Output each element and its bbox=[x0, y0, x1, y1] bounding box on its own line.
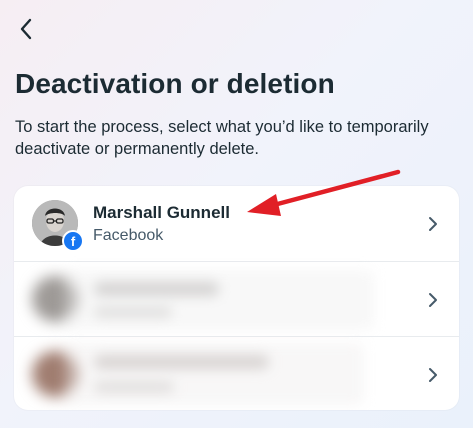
page-description: To start the process, select what you’d … bbox=[15, 118, 429, 158]
chevron-right-icon bbox=[429, 216, 437, 231]
redacted-region bbox=[64, 343, 364, 405]
accounts-list: f Marshall Gunnell Facebook bbox=[14, 186, 459, 410]
account-row-blurred[interactable] bbox=[14, 336, 459, 410]
account-row-facebook[interactable]: f Marshall Gunnell Facebook bbox=[14, 186, 459, 261]
page-title: Deactivation or deletion bbox=[15, 68, 335, 99]
chevron-right-icon bbox=[429, 292, 437, 307]
chevron-left-icon bbox=[20, 18, 32, 40]
back-button[interactable] bbox=[12, 14, 40, 44]
account-name: Marshall Gunnell bbox=[93, 203, 230, 222]
facebook-icon: f bbox=[62, 230, 84, 252]
redacted-region bbox=[64, 270, 374, 330]
account-platform: Facebook bbox=[93, 227, 164, 244]
account-row-blurred[interactable] bbox=[14, 261, 459, 337]
chevron-right-icon bbox=[429, 367, 437, 382]
